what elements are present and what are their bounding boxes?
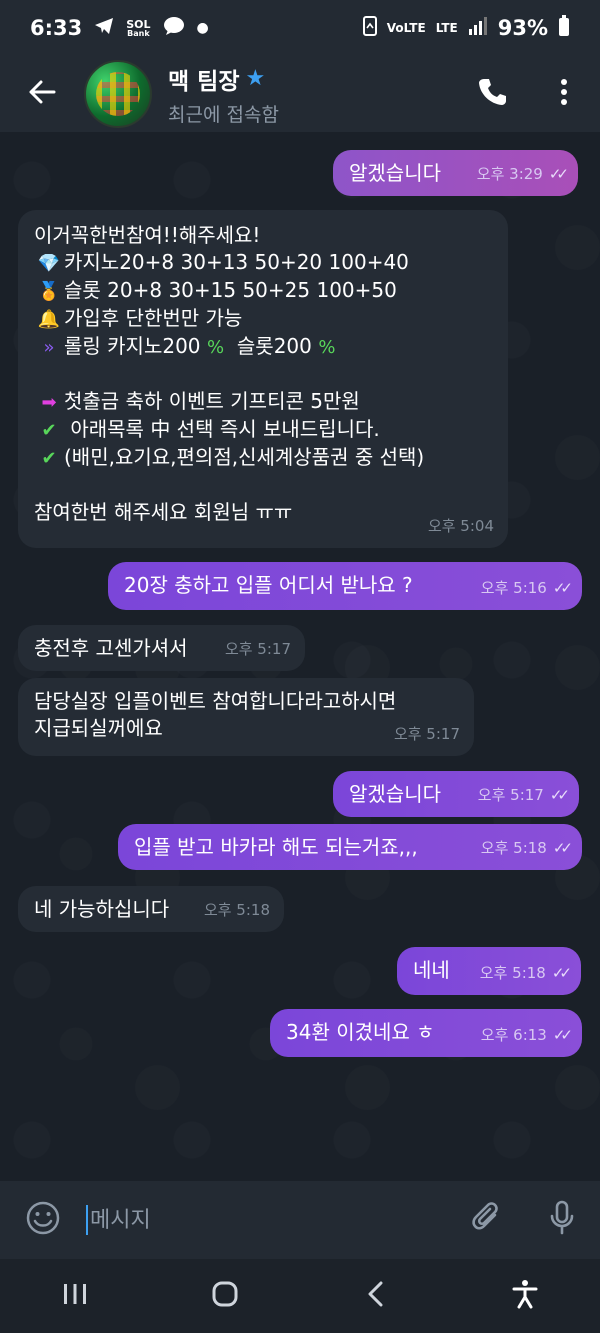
- nav-back-button[interactable]: [335, 1266, 415, 1326]
- message-time: 오후 5:04: [427, 517, 494, 535]
- message-line: 담당실장 입플이벤트 참여합니다라고하시면: [34, 689, 397, 713]
- message-time: 오후 3:29: [476, 165, 543, 183]
- message-line: 카지노20+8 30+13 50+20 100+40: [64, 250, 409, 274]
- voice-record-button[interactable]: [524, 1181, 600, 1259]
- message-composer: [0, 1181, 600, 1259]
- bank-sol-label: SOL: [126, 17, 151, 31]
- message-time: 오후 5:17: [224, 640, 291, 658]
- message-incoming[interactable]: 이거꼭한번참여!!해주세요! 💎 카지노20+8 30+13 50+20 100+…: [18, 210, 508, 548]
- bells-icon: 🔔: [37, 309, 61, 330]
- message-time: 오후 5:18: [480, 839, 547, 857]
- back-button[interactable]: [0, 56, 84, 132]
- contact-name: 맥 팀장: [168, 68, 240, 95]
- status-time: 6:33: [30, 16, 83, 40]
- message-text: 알겠습니다: [349, 161, 441, 185]
- message-line: 롤링 카지노200: [64, 334, 201, 358]
- attach-icon: [471, 1201, 501, 1239]
- message-text: 34환 이겼네요 ㅎ: [286, 1020, 435, 1044]
- message-outgoing[interactable]: 알겠습니다 오후 5:17 ✓✓: [333, 771, 579, 817]
- message-outgoing[interactable]: 네네 오후 5:18 ✓✓: [397, 947, 581, 995]
- read-ticks-icon: ✓✓: [552, 1026, 573, 1044]
- telegram-icon: [94, 16, 114, 40]
- message-line: 아래목록 中 선택 즉시 보내드립니다.: [64, 417, 380, 441]
- read-ticks-icon: ✓✓: [552, 839, 573, 857]
- bank-label: Bank: [127, 28, 150, 38]
- attach-button[interactable]: [448, 1181, 524, 1259]
- call-button[interactable]: [456, 56, 528, 132]
- message-line: 이거꼭한번참여!!해주세요!: [34, 223, 261, 247]
- emoji-button[interactable]: [0, 1181, 86, 1259]
- message-list[interactable]: 알겠습니다 오후 3:29 ✓✓ 이거꼭한번참여!!해주세요! 💎 카지노20+8 …: [0, 132, 600, 1181]
- notification-dot-icon: ●: [196, 20, 209, 36]
- message-time: 오후 5:18: [203, 901, 270, 919]
- signal-icon: [468, 16, 488, 41]
- avatar[interactable]: [84, 60, 152, 128]
- text-caret: [86, 1205, 88, 1235]
- message-time: 오후 5:18: [479, 964, 546, 982]
- message-input[interactable]: [90, 1207, 448, 1233]
- chat-title-block[interactable]: 맥 팀장 ★ 최근에 접속함: [168, 62, 279, 127]
- message-text: 네네: [413, 958, 450, 982]
- battery-icon: [558, 14, 570, 42]
- recent-apps-icon: [62, 1282, 88, 1310]
- percent-icon: %: [206, 337, 225, 358]
- message-text: 충전후 고센가셔서: [34, 636, 188, 660]
- chat-header: 맥 팀장 ★ 최근에 접속함: [0, 56, 600, 132]
- message-incoming[interactable]: 충전후 고센가셔서 오후 5:17: [18, 625, 305, 671]
- read-ticks-icon: ✓✓: [551, 964, 572, 982]
- message-outgoing[interactable]: 입플 받고 바카라 해도 되는거죠,,, 오후 5:18 ✓✓: [118, 824, 582, 870]
- volte-label: VoLTE: [386, 21, 426, 35]
- check-icon: ✔: [41, 420, 57, 441]
- nav-back-icon: [366, 1280, 384, 1312]
- bank-icon: SOL Bank: [126, 19, 150, 38]
- message-text: 알겠습니다: [349, 782, 441, 806]
- message-time: 오후 5:17: [477, 786, 544, 804]
- message-line: 참여한번 해주세요 회원님 ㅠㅠ: [34, 500, 293, 524]
- screenshot-icon: [362, 15, 377, 41]
- message-text: 네 가능하십니다: [34, 897, 170, 921]
- message-text: 20장 충하고 입플 어디서 받나요 ?: [124, 573, 413, 597]
- phone-icon: [477, 77, 507, 111]
- read-ticks-icon: ✓✓: [549, 786, 570, 804]
- double-chevron-icon: »: [43, 337, 55, 358]
- message-outgoing[interactable]: 20장 충하고 입플 어디서 받나요 ? 오후 5:16 ✓✓: [108, 562, 582, 610]
- verified-star-icon: ★: [245, 66, 266, 91]
- message-outgoing[interactable]: 알겠습니다 오후 3:29 ✓✓: [333, 150, 578, 196]
- messenger-icon: [163, 16, 185, 41]
- message-text: 입플 받고 바카라 해도 되는거죠,,,: [134, 835, 418, 859]
- message-time: 오후 5:17: [393, 725, 460, 743]
- message-time: 오후 5:16: [480, 579, 547, 597]
- pink-arrow-icon: ➡: [41, 392, 57, 413]
- message-incoming[interactable]: 네 가능하십니다 오후 5:18: [18, 886, 284, 932]
- lte-label: LTE: [435, 21, 458, 35]
- message-line: 슬롯200: [236, 334, 312, 358]
- recent-apps-button[interactable]: [35, 1266, 115, 1326]
- message-outgoing[interactable]: 34환 이겼네요 ㅎ 오후 6:13 ✓✓: [270, 1009, 582, 1057]
- diamond-icon: 💎: [37, 253, 61, 274]
- you-badge-icon: 🏅: [37, 281, 61, 302]
- emoji-icon: [25, 1200, 61, 1240]
- check-icon: ✔: [41, 448, 57, 469]
- read-ticks-icon: ✓✓: [552, 579, 573, 597]
- message-incoming[interactable]: 담당실장 입플이벤트 참여합니다라고하시면 지급되실꺼에요 오후 5:17: [18, 678, 474, 756]
- more-icon: [560, 78, 568, 110]
- message-line: 첫출금 축하 이벤트 기프티콘 5만원: [64, 389, 360, 413]
- status-bar: 6:33 SOL Bank ● VoLTE LTE 93%: [0, 0, 600, 56]
- message-line: 가입후 단한번만 가능: [64, 306, 243, 330]
- read-ticks-icon: ✓✓: [548, 165, 569, 183]
- back-arrow-icon: [28, 80, 56, 108]
- last-seen-status: 최근에 접속함: [168, 103, 279, 126]
- message-time: 오후 6:13: [480, 1026, 547, 1044]
- accessibility-icon: [511, 1279, 539, 1313]
- more-options-button[interactable]: [528, 56, 600, 132]
- home-button[interactable]: [185, 1266, 265, 1326]
- percent-icon: %: [318, 337, 336, 358]
- mic-icon: [549, 1200, 575, 1240]
- message-line: (배민,요기요,편의점,신세계상품권 중 선택): [64, 445, 425, 469]
- battery-percent: 93%: [497, 16, 548, 40]
- message-line: 슬롯 20+8 30+15 50+25 100+50: [64, 278, 397, 302]
- home-icon: [211, 1280, 239, 1312]
- system-navigation-bar: [0, 1259, 600, 1333]
- accessibility-button[interactable]: [485, 1266, 565, 1326]
